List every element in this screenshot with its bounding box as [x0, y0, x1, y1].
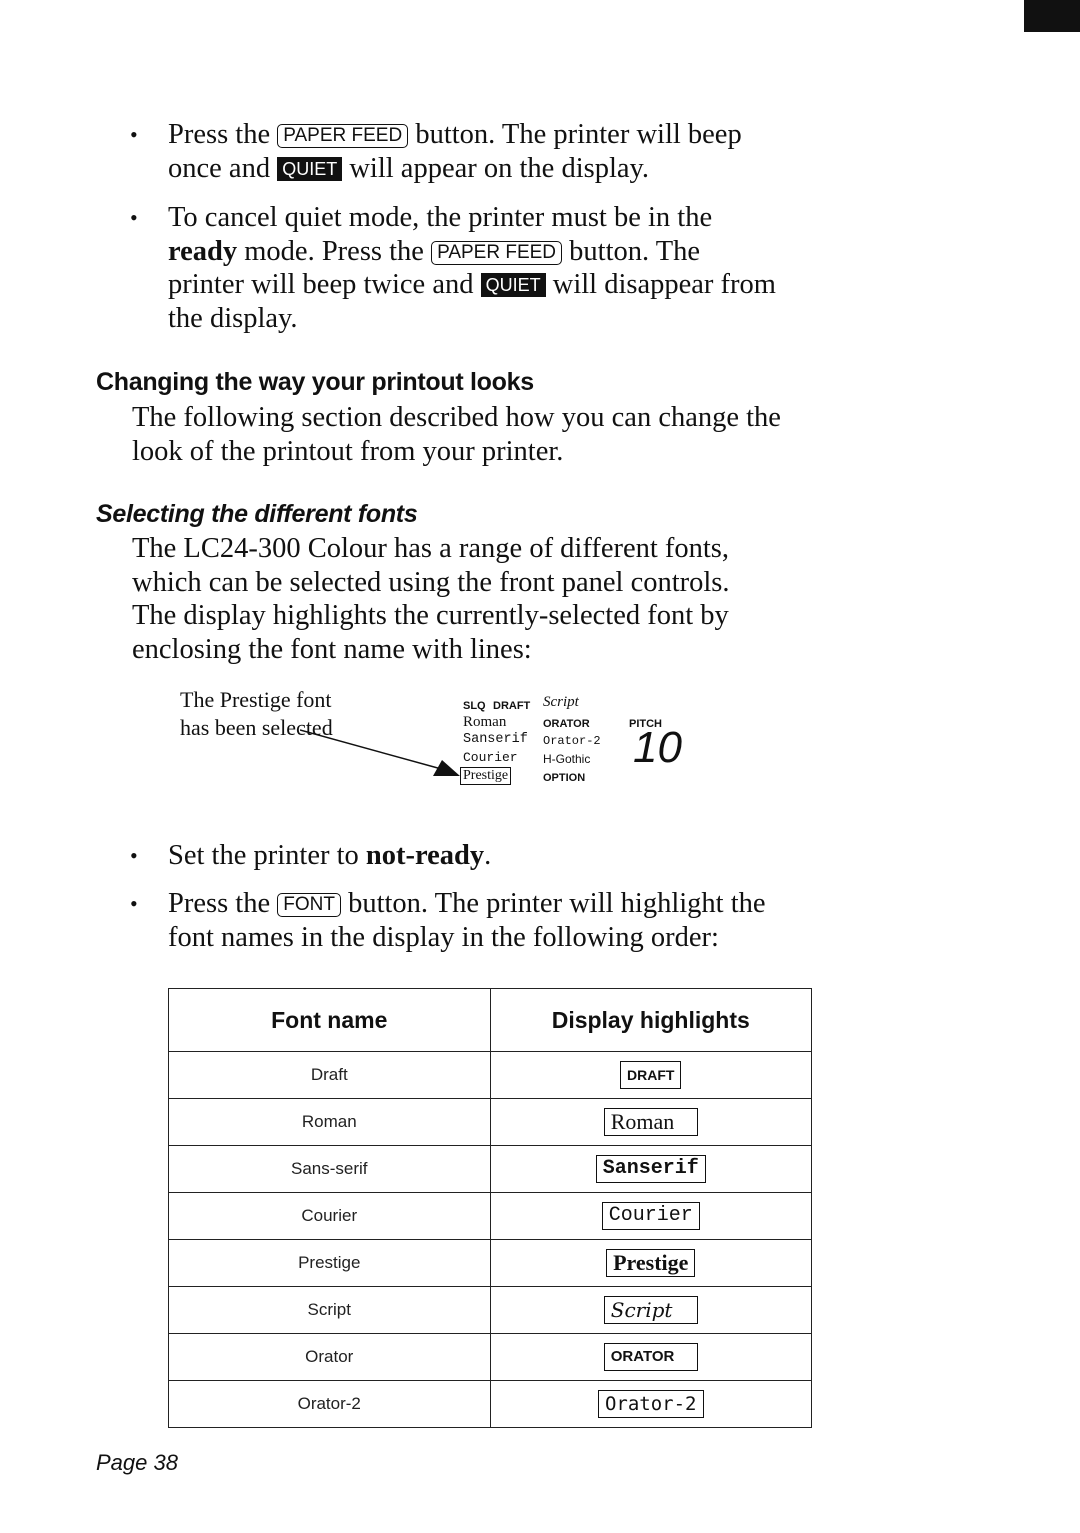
lcd-hgothic: H-Gothic	[543, 752, 591, 766]
pointer-arrow-icon	[300, 729, 460, 776]
lcd-orator: ORATOR	[543, 718, 590, 730]
display-highlight: ORATOR	[603, 1343, 698, 1371]
text: font names in the display in the followi…	[168, 921, 719, 953]
instruction-quiet-off: To cancel quiet mode, the printer must b…	[168, 201, 928, 335]
display-highlight: DRAFT	[620, 1061, 682, 1089]
text: Press the	[168, 119, 271, 150]
display-cell: Script	[489, 1286, 812, 1334]
font-name-cell: Orator-2	[168, 1380, 491, 1428]
font-name-cell: Courier	[168, 1192, 491, 1240]
text: printer will beep twice and	[168, 269, 474, 300]
text: button. The printer will highlight the	[348, 888, 766, 919]
font-key: FONT	[277, 893, 341, 917]
font-name-cell: Prestige	[168, 1239, 491, 1287]
instruction-not-ready: Set the printer to not-ready.	[168, 839, 928, 873]
table-row: Prestige Prestige	[168, 1239, 812, 1287]
instruction-quiet-on: Press the PAPER FEED button. The printer…	[168, 118, 928, 185]
font-name-cell: Draft	[168, 1051, 491, 1099]
font-name-cell: Sans-serif	[168, 1145, 491, 1193]
paper-feed-key: PAPER FEED	[277, 124, 409, 148]
text: To cancel quiet mode, the printer must b…	[168, 202, 713, 233]
scan-corner-mark	[1024, 0, 1080, 32]
lcd-pitch-value: 10	[633, 723, 682, 772]
bullet-icon: •	[130, 205, 138, 230]
text: Press the	[168, 888, 271, 919]
text: The LC24-300 Colour has a range of diffe…	[132, 533, 730, 564]
text: look of the printout from your printer.	[132, 435, 564, 467]
text: The display highlights the currently-sel…	[132, 600, 729, 631]
text: button. The printer will beep	[415, 119, 742, 150]
text: will disappear from	[552, 269, 776, 300]
caption-line: The Prestige font	[180, 687, 332, 712]
table-row: Script Script	[168, 1286, 812, 1334]
text: .	[484, 840, 492, 871]
display-cell: Prestige	[489, 1239, 812, 1287]
display-highlight: Orator-2	[597, 1390, 704, 1418]
paper-feed-key: PAPER FEED	[431, 240, 563, 265]
lcd-orator2: Orator-2	[543, 734, 601, 748]
lcd-roman: Roman	[463, 714, 507, 730]
section-heading: Changing the way your printout looks	[96, 368, 534, 396]
text: enclosing the font name with lines:	[132, 633, 532, 665]
table-row: Courier Courier	[168, 1192, 812, 1240]
page-number: Page 38	[96, 1450, 178, 1475]
table-row: Orator ORATOR	[168, 1333, 812, 1381]
text: Set the printer to	[168, 840, 359, 871]
table-row: Draft DRAFT	[168, 1051, 812, 1099]
text: will appear on the display.	[349, 152, 650, 184]
subsection-body: The LC24-300 Colour has a range of diffe…	[132, 532, 892, 666]
display-highlight: Script	[603, 1296, 698, 1324]
table-row: Sans-serif Sanserif	[168, 1145, 812, 1193]
lcd-draft: DRAFT	[493, 700, 531, 712]
quiet-indicator: QUIET	[480, 273, 546, 297]
display-cell: DRAFT	[489, 1051, 812, 1099]
subsection-heading: Selecting the different fonts	[96, 500, 418, 528]
lcd-prestige-selected: Prestige	[460, 767, 512, 785]
display-cell: Orator-2	[489, 1380, 812, 1428]
header-font-name: Font name	[168, 988, 491, 1052]
font-name-cell: Roman	[168, 1098, 491, 1146]
display-highlight: Sanserif	[595, 1155, 706, 1183]
ready-term: ready	[168, 235, 238, 267]
lcd-slq: SLQ	[463, 700, 486, 712]
font-name-cell: Script	[168, 1286, 491, 1334]
lcd-sanserif: Sanserif	[463, 732, 528, 747]
instruction-font-button: Press the FONT button. The printer will …	[168, 887, 928, 954]
table-row: Orator-2 Orator-2	[168, 1380, 812, 1428]
text: button. The	[569, 235, 701, 267]
text: once and	[168, 152, 271, 184]
lcd-courier: Courier	[463, 750, 518, 765]
section-intro: The following section described how you …	[132, 401, 892, 468]
display-cell: Sanserif	[489, 1145, 812, 1193]
text: mode. Press the	[244, 235, 424, 267]
not-ready-term: not-ready	[365, 840, 485, 871]
text: the display.	[168, 302, 298, 334]
display-cell: ORATOR	[489, 1333, 812, 1381]
lcd-script: Script	[543, 694, 579, 710]
text: which can be selected using the front pa…	[132, 566, 730, 598]
lcd-option: OPTION	[543, 772, 586, 784]
display-cell: Roman	[489, 1098, 812, 1146]
header-display-highlights: Display highlights	[489, 988, 812, 1052]
bullet-icon: •	[130, 891, 138, 916]
display-highlight: Courier	[601, 1202, 700, 1230]
bullet-icon: •	[130, 122, 138, 147]
text: The following section described how you …	[132, 402, 781, 433]
table-row: Roman Roman	[168, 1098, 812, 1146]
quiet-indicator: QUIET	[277, 156, 343, 181]
bullet-icon: •	[130, 843, 138, 868]
table-header-row: Font name Display highlights	[168, 988, 812, 1052]
display-highlight: Roman	[603, 1108, 698, 1136]
font-name-cell: Orator	[168, 1333, 491, 1381]
display-highlight: Prestige	[606, 1249, 696, 1277]
display-cell: Courier	[489, 1192, 812, 1240]
font-order-table: Font name Display highlights Draft DRAFT…	[168, 988, 812, 1428]
